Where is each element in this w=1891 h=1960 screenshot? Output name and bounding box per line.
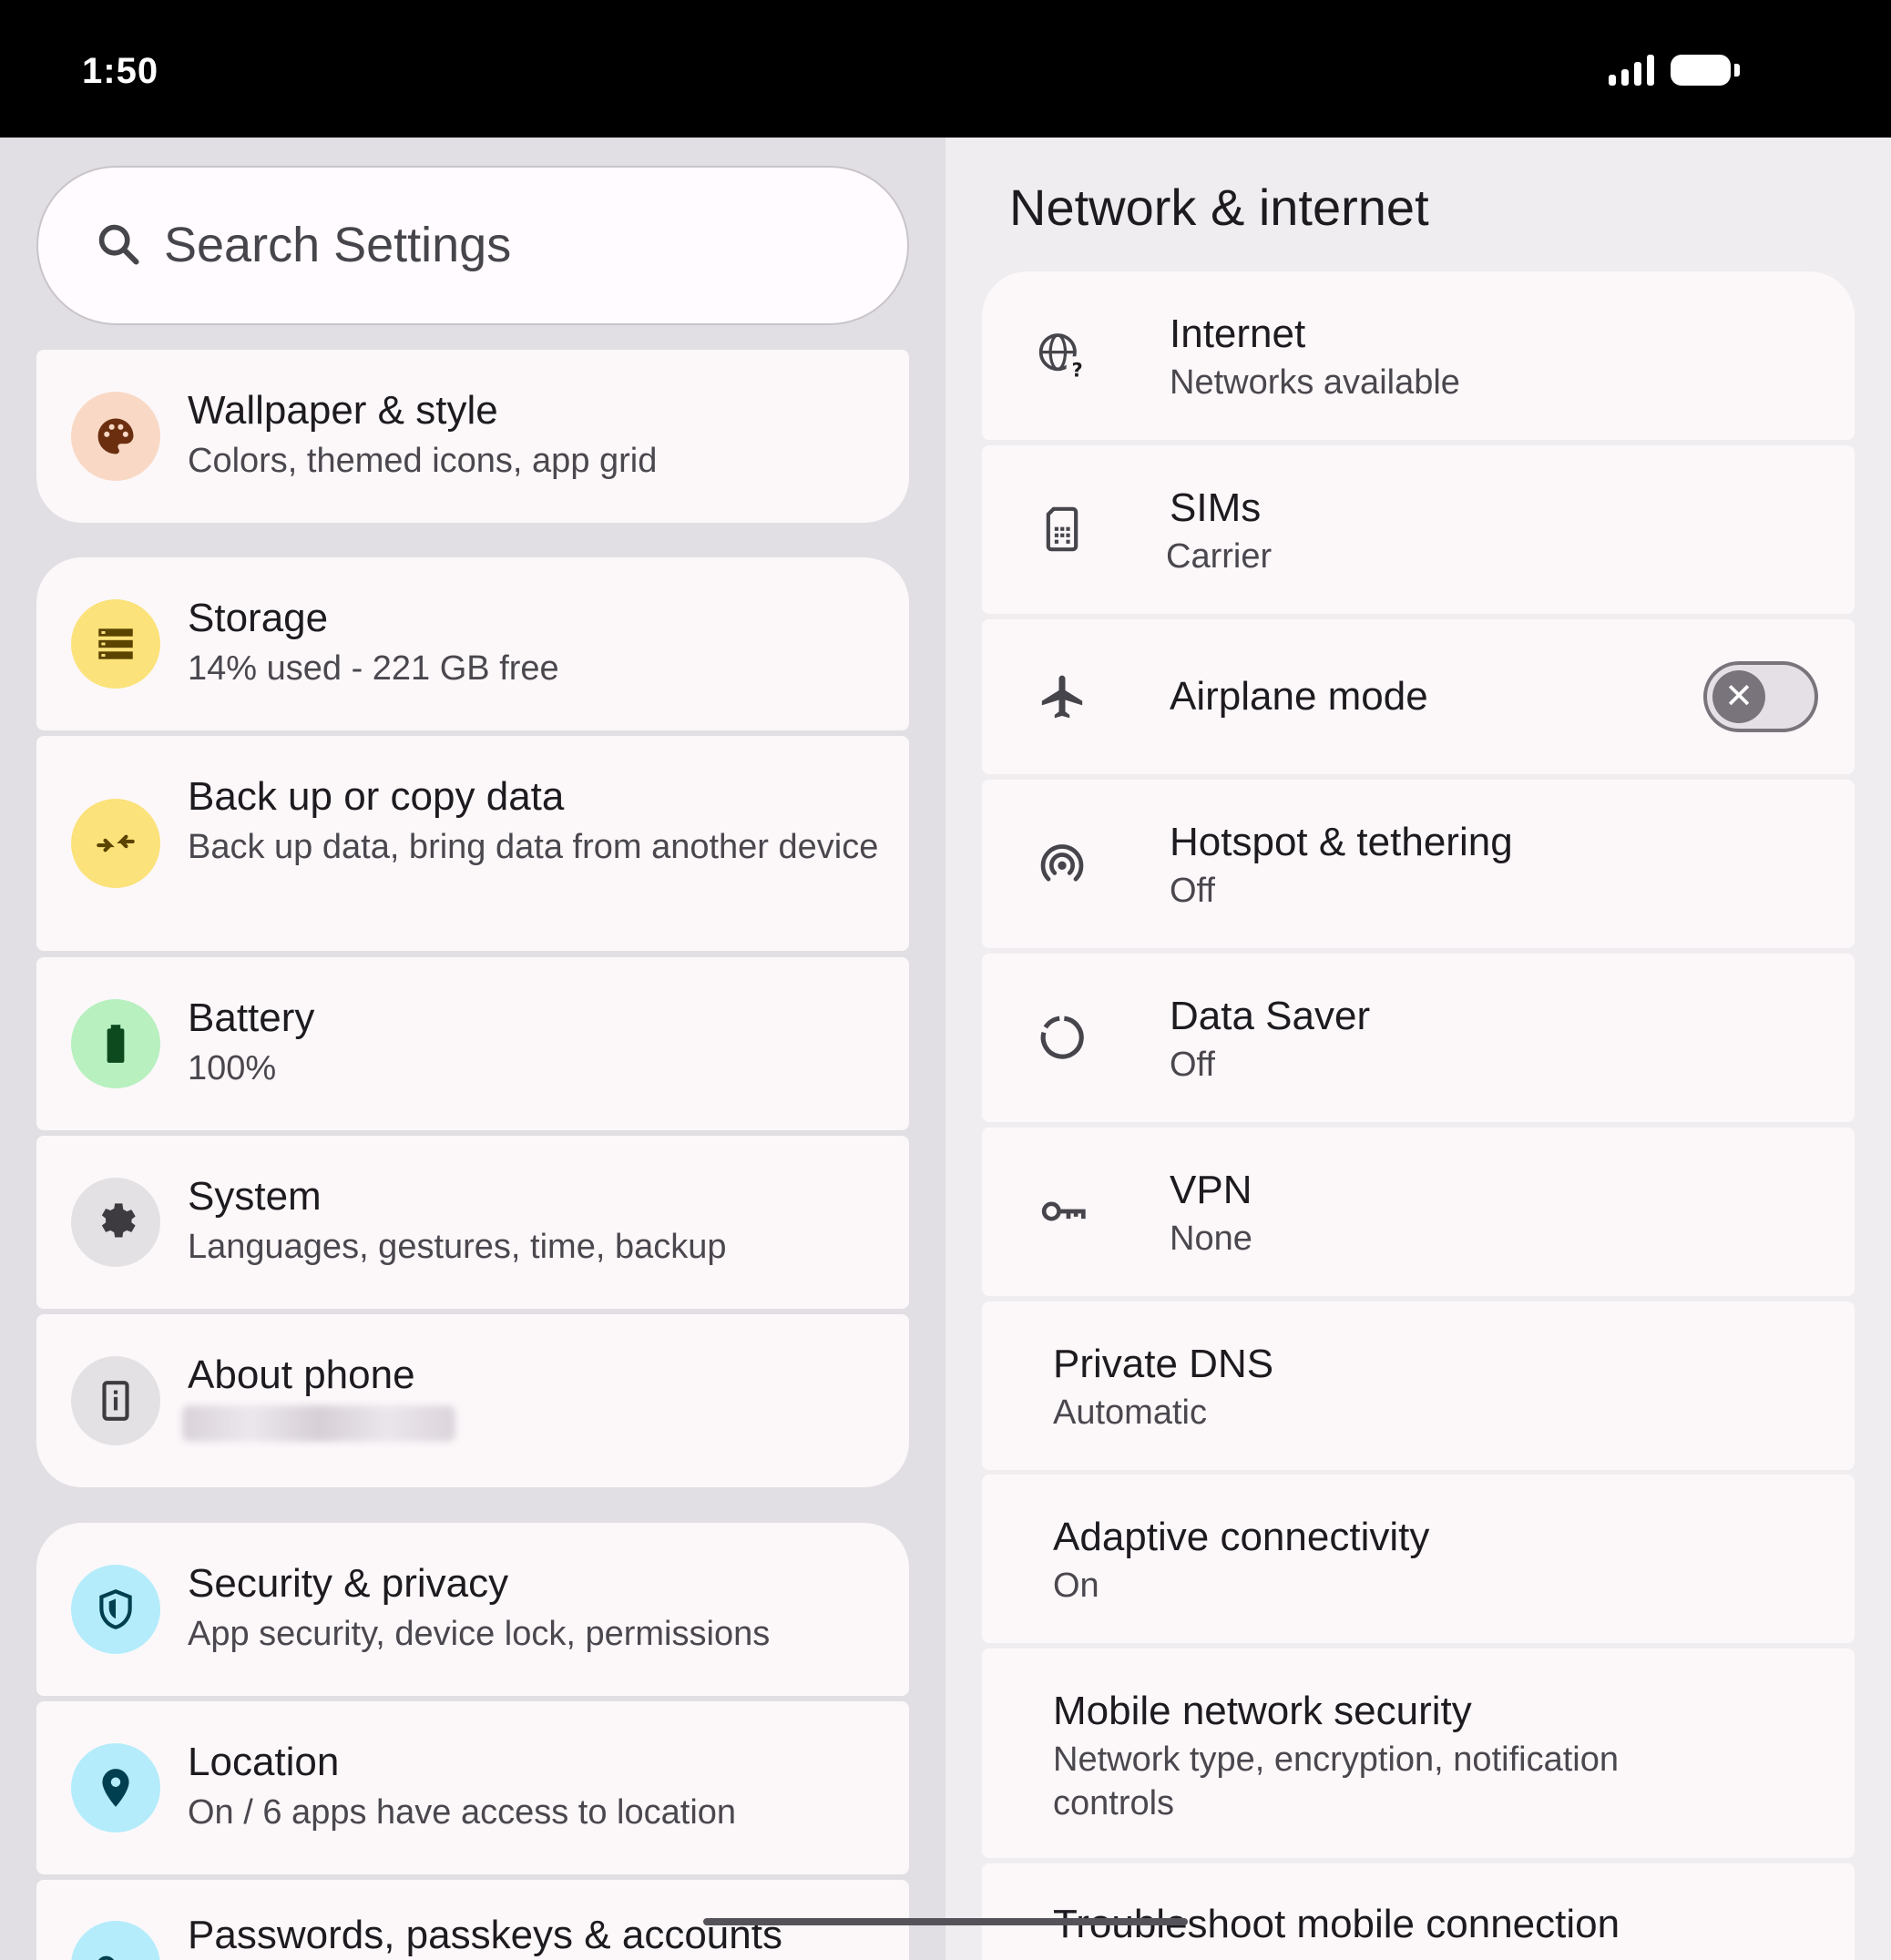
item-title: Battery — [188, 995, 315, 1040]
item-subtitle: App security, device lock, permissions — [188, 1615, 771, 1653]
battery-icon — [71, 999, 160, 1088]
settings-item-location[interactable]: Location On / 6 apps have access to loca… — [36, 1701, 909, 1874]
network-item-data-saver[interactable]: Data Saver Off — [982, 954, 1855, 1122]
item-title: Private DNS — [1053, 1342, 1274, 1386]
airplane-icon — [1041, 675, 1083, 719]
item-subtitle: 14% used - 221 GB free — [188, 649, 559, 688]
settings-item-storage[interactable]: Storage 14% used - 221 GB free — [36, 557, 909, 730]
status-icons — [1609, 55, 1740, 86]
info-phone-icon — [71, 1356, 160, 1445]
shield-icon — [71, 1565, 160, 1654]
gesture-nav-handle[interactable] — [703, 1918, 1188, 1925]
item-subtitle: Off — [1170, 1046, 1215, 1084]
item-subtitle: Languages, gestures, time, backup — [188, 1228, 727, 1266]
item-title: About phone — [188, 1353, 415, 1397]
network-item-troubleshoot[interactable]: Troubleshoot mobile connection — [982, 1863, 1855, 1960]
storage-icon — [71, 599, 160, 689]
close-icon: ✕ — [1712, 670, 1765, 723]
item-title: Adaptive connectivity — [1053, 1515, 1430, 1559]
network-item-private-dns[interactable]: Private DNS Automatic — [982, 1302, 1855, 1470]
item-title: Storage — [188, 596, 329, 640]
item-subtitle: None — [1170, 1220, 1252, 1258]
item-title: Location — [188, 1740, 340, 1784]
globe-question-icon: ? — [1038, 333, 1088, 381]
network-item-adaptive-connectivity[interactable]: Adaptive connectivity On — [982, 1475, 1855, 1643]
transfer-icon — [71, 799, 160, 888]
svg-text:?: ? — [1072, 360, 1083, 381]
battery-status-icon — [1671, 55, 1740, 86]
gear-icon — [71, 1178, 160, 1267]
item-subtitle: On / 6 apps have access to location — [188, 1793, 737, 1832]
item-title: Hotspot & tethering — [1170, 820, 1513, 864]
search-bar[interactable]: Search Settings — [36, 166, 909, 325]
item-subtitle: On — [1053, 1567, 1099, 1605]
network-item-airplane-mode[interactable]: Airplane mode ✕ — [982, 619, 1855, 774]
status-bar: 1:50 — [0, 0, 1891, 138]
signal-icon — [1609, 55, 1654, 86]
network-item-internet[interactable]: ? Internet Networks available — [982, 271, 1855, 440]
settings-item-wallpaper[interactable]: Wallpaper & style Colors, themed icons, … — [36, 350, 909, 523]
sim-card-icon — [1046, 506, 1078, 552]
item-title: Airplane mode — [1170, 674, 1428, 719]
item-title: VPN — [1170, 1168, 1252, 1212]
item-subtitle: 100% — [188, 1049, 277, 1087]
network-item-hotspot[interactable]: Hotspot & tethering Off — [982, 780, 1855, 948]
hotspot-icon — [1040, 844, 1084, 882]
page-title: Network & internet — [1009, 179, 1429, 236]
item-title: Mobile network security — [1053, 1689, 1472, 1733]
network-item-vpn[interactable]: VPN None — [982, 1128, 1855, 1296]
item-subtitle: Colors, themed icons, app grid — [188, 442, 658, 480]
item-title: SIMs — [1170, 485, 1262, 530]
settings-item-system[interactable]: System Languages, gestures, time, backup — [36, 1136, 909, 1309]
data-saver-icon — [1040, 1016, 1084, 1059]
blurred-device-name — [182, 1405, 455, 1442]
airplane-mode-toggle[interactable]: ✕ — [1703, 661, 1818, 732]
settings-list-pane: Search Settings Wallpaper & style Colors… — [0, 138, 946, 1960]
item-subtitle: Automatic — [1053, 1393, 1207, 1432]
status-time: 1:50 — [82, 51, 159, 91]
item-title: Wallpaper & style — [188, 388, 498, 433]
network-internet-pane: Network & internet ? Internet Networks a… — [946, 138, 1891, 1960]
item-subtitle: Networks available — [1170, 363, 1460, 402]
settings-item-battery[interactable]: Battery 100% — [36, 957, 909, 1130]
item-title: Back up or copy data — [188, 774, 565, 819]
search-placeholder: Search Settings — [164, 218, 512, 272]
settings-item-about-phone[interactable]: About phone — [36, 1314, 909, 1487]
item-title: Passwords, passkeys & accounts — [188, 1913, 782, 1957]
item-title: System — [188, 1174, 322, 1219]
key-icon — [71, 1921, 160, 1960]
item-subtitle: Network type, encryption, notification c… — [1053, 1741, 1619, 1822]
settings-item-security[interactable]: Security & privacy App security, device … — [36, 1523, 909, 1696]
item-subtitle: Carrier — [1166, 537, 1273, 576]
vpn-key-icon — [1041, 1201, 1086, 1221]
network-item-sims[interactable]: SIMs Carrier — [982, 445, 1855, 614]
item-title: Security & privacy — [188, 1561, 509, 1606]
search-icon — [98, 224, 139, 265]
item-subtitle: Back up data, bring data from another de… — [188, 828, 879, 866]
location-pin-icon — [71, 1743, 160, 1832]
item-title: Data Saver — [1170, 994, 1371, 1038]
item-title: Internet — [1170, 311, 1306, 356]
item-subtitle: Off — [1170, 872, 1215, 910]
settings-item-backup[interactable]: Back up or copy data Back up data, bring… — [36, 736, 909, 951]
network-item-mobile-network-security[interactable]: Mobile network security Network type, en… — [982, 1649, 1855, 1858]
palette-icon — [71, 392, 160, 481]
